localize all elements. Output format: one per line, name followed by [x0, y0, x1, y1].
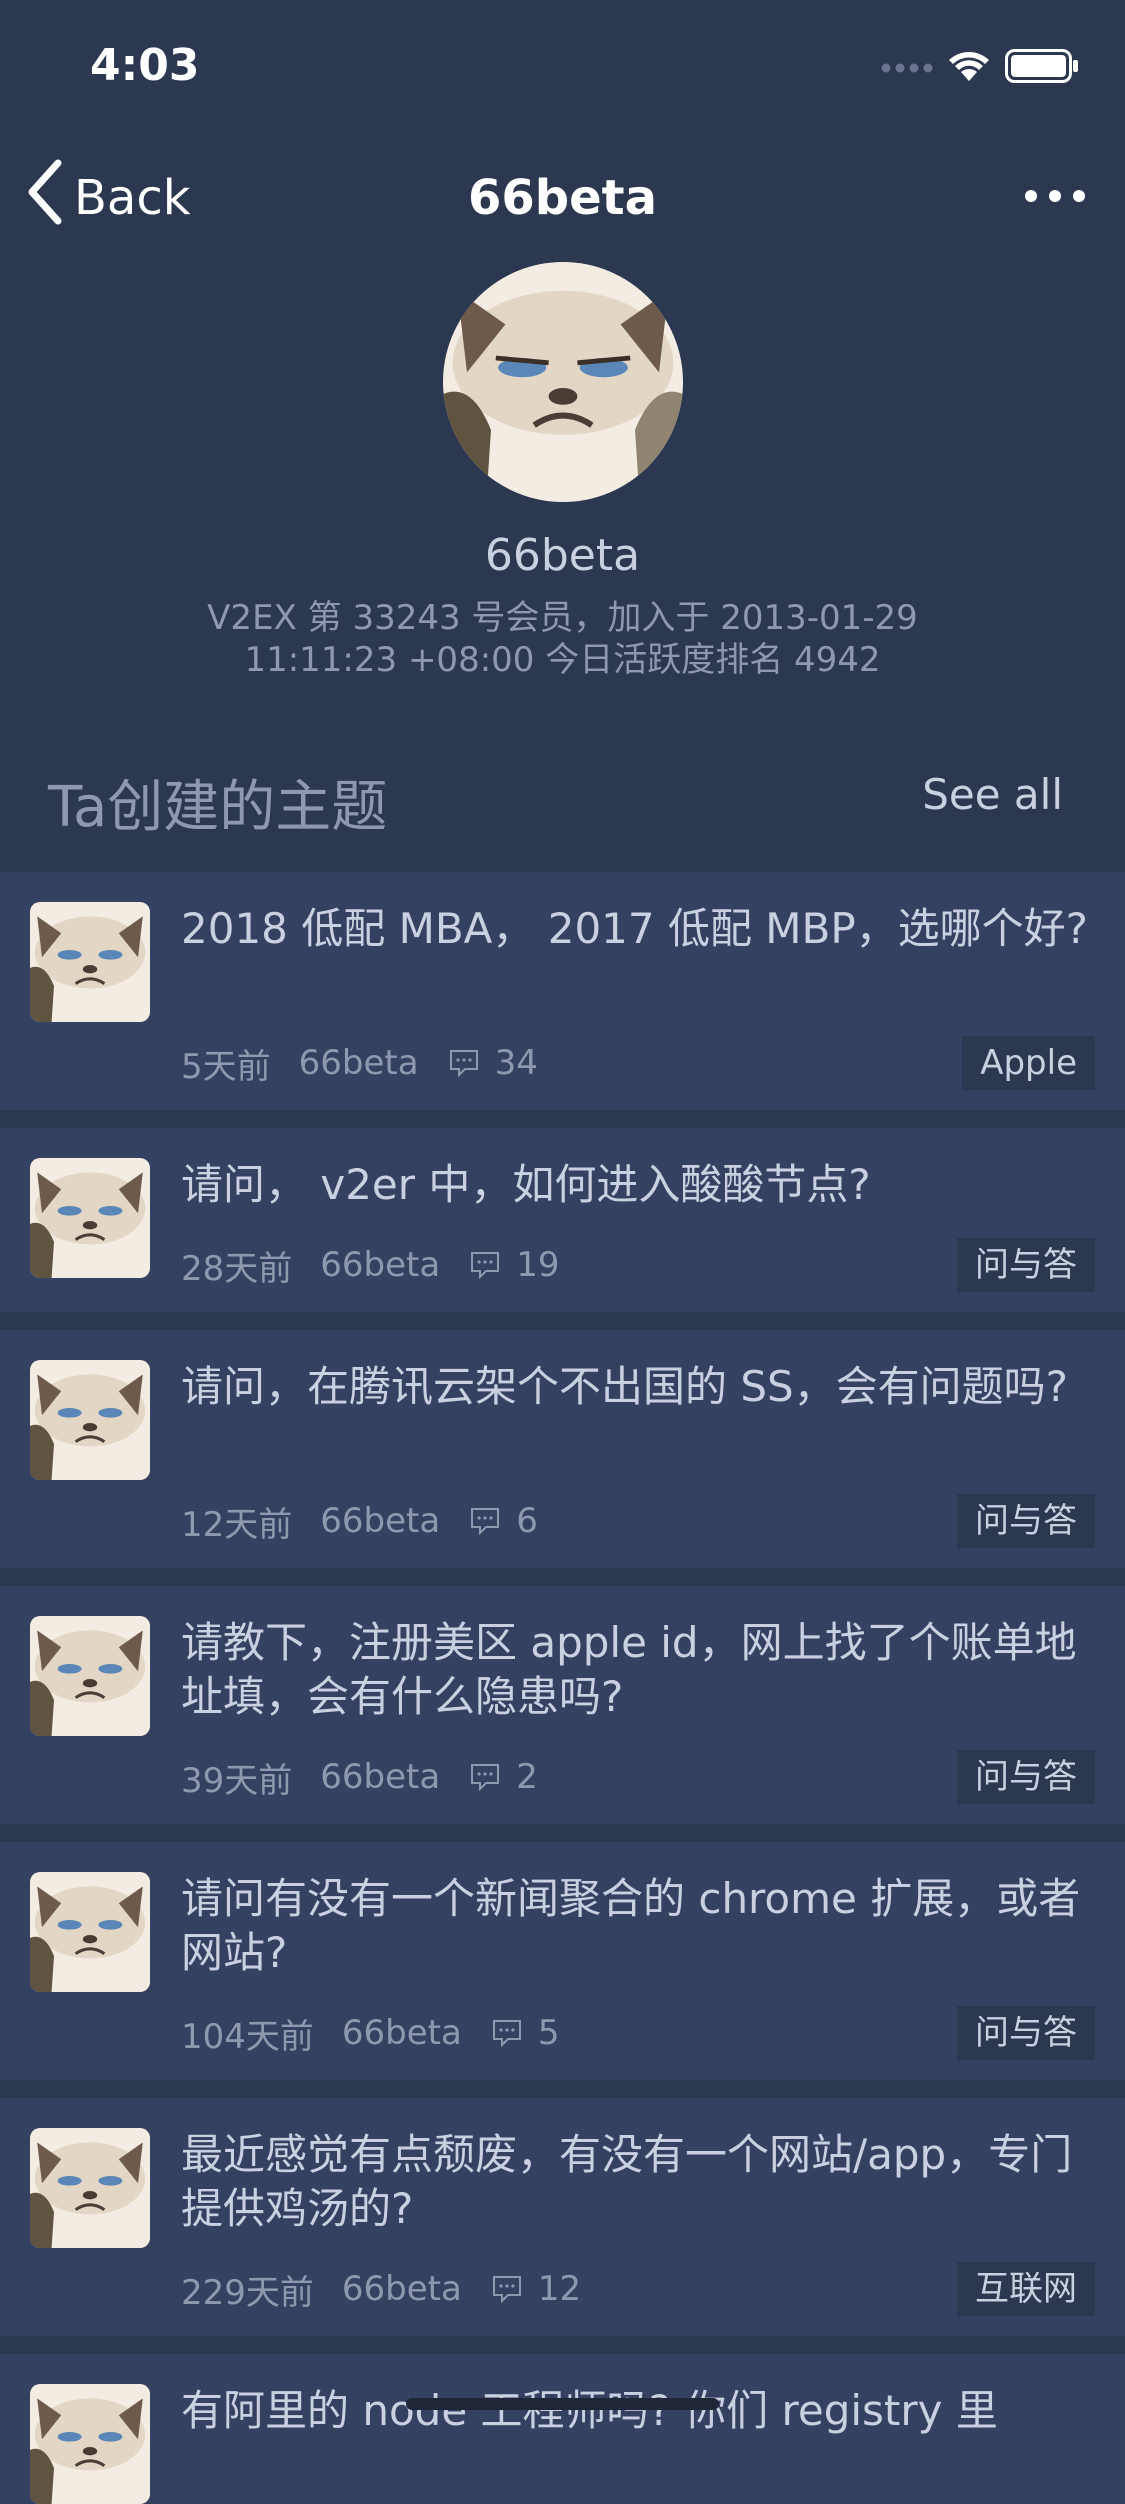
comment-bubble-icon	[492, 2019, 522, 2047]
topic-title: 请教下，注册美区 apple id，网上找了个账单地址填，会有什么隐患吗?	[181, 1618, 1077, 1721]
comment-bubble-icon	[449, 1049, 479, 1077]
wifi-icon	[947, 49, 991, 87]
topic-avatar	[30, 1158, 150, 1278]
topic-time: 28天前	[181, 1248, 293, 1289]
topic-avatar	[30, 2128, 150, 2248]
topic-author[interactable]: 66beta	[320, 1245, 440, 1285]
topic-avatar	[30, 902, 150, 1022]
topic-meta: 12天前 66beta 6	[181, 1496, 538, 1546]
battery-icon	[1005, 49, 1079, 87]
more-button[interactable]	[1025, 176, 1085, 216]
topic-time: 39天前	[181, 1760, 293, 1801]
topic-item[interactable]: 请问，在腾讯云架个不出国的 SS，会有问题吗? 12天前 66beta 6 问与…	[0, 1330, 1125, 1568]
topic-avatar	[30, 1360, 150, 1480]
comment-count: 19	[516, 1245, 560, 1285]
node-tag[interactable]: 问与答	[957, 1494, 1095, 1548]
topic-item[interactable]: 请问有没有一个新闻聚合的 chrome 扩展，或者网站? 104天前 66bet…	[0, 1842, 1125, 2080]
topic-meta: 28天前 66beta 19	[181, 1240, 559, 1290]
status-bar: 4:03	[0, 0, 1125, 132]
topic-item[interactable]: 请问， v2er 中，如何进入酸酸节点? 28天前 66beta 19 问与答	[0, 1128, 1125, 1312]
comment-bubble-icon	[470, 1507, 500, 1535]
node-tag[interactable]: 问与答	[957, 1238, 1095, 1292]
topic-author[interactable]: 66beta	[320, 1757, 440, 1797]
topic-time: 229天前	[181, 2272, 314, 2313]
topic-avatar	[30, 2384, 150, 2504]
node-tag[interactable]: 互联网	[957, 2262, 1095, 2316]
topic-author[interactable]: 66beta	[342, 2013, 462, 2053]
topic-time: 5天前	[181, 1046, 271, 1087]
comment-count: 5	[537, 2013, 560, 2053]
status-icons	[881, 48, 1079, 88]
topic-time: 12天前	[181, 1504, 293, 1545]
comment-count: 12	[537, 2269, 582, 2309]
topic-title: 请问有没有一个新闻聚合的 chrome 扩展，或者网站?	[181, 1874, 1081, 1977]
ellipsis-icon	[1025, 190, 1037, 202]
member-info-line1: V2EX 第 33243 号会员，加入于 2013-01-29	[207, 598, 918, 638]
topic-title: 请问，在腾讯云架个不出国的 SS，会有问题吗?	[181, 1362, 1068, 1411]
comment-bubble-icon	[492, 2275, 522, 2303]
nav-title: 66beta	[467, 170, 658, 226]
comment-bubble-icon	[470, 1251, 500, 1279]
member-info: V2EX 第 33243 号会员，加入于 2013-01-29 11:11:23…	[183, 597, 943, 681]
profile-username: 66beta	[484, 530, 641, 581]
topic-title: 最近感觉有点颓废，有没有一个网站/app，专门提供鸡汤的?	[181, 2130, 1073, 2233]
node-tag[interactable]: 问与答	[957, 2006, 1095, 2060]
topic-item[interactable]: 有阿里的 node 工程师吗? 你们 registry 里	[0, 2354, 1125, 2504]
topic-list: 2018 低配 MBA， 2017 低配 MBP，选哪个好? 5天前 66bet…	[0, 872, 1125, 2504]
signal-dots-icon	[881, 59, 933, 78]
profile-avatar[interactable]	[442, 262, 683, 502]
topics-section-header: Ta创建的主题 See all	[0, 740, 1125, 840]
comment-count: 34	[494, 1043, 538, 1083]
comment-count: 2	[516, 1757, 538, 1797]
comment-bubble-icon	[470, 1763, 500, 1791]
nav-bar: Back 66beta	[0, 150, 1125, 246]
member-info-line2: 11:11:23 +08:00 今日活跃度排名 4942	[244, 640, 881, 680]
status-time: 4:03	[90, 40, 200, 91]
comment-count: 6	[516, 1501, 538, 1541]
home-indicator	[406, 2398, 719, 2410]
topic-avatar	[30, 1616, 150, 1736]
topic-title: 2018 低配 MBA， 2017 低配 MBP，选哪个好?	[181, 904, 1088, 953]
topic-author[interactable]: 66beta	[342, 2269, 462, 2309]
profile-header: 66beta V2EX 第 33243 号会员，加入于 2013-01-29 1…	[0, 262, 1125, 681]
topic-meta: 229天前 66beta 12	[181, 2264, 581, 2314]
node-tag[interactable]: 问与答	[957, 1750, 1095, 1804]
section-title: Ta创建的主题	[48, 775, 388, 840]
topic-time: 104天前	[181, 2016, 314, 2057]
topic-author[interactable]: 66beta	[299, 1043, 419, 1083]
node-tag[interactable]: Apple	[962, 1036, 1095, 1090]
topic-title: 请问， v2er 中，如何进入酸酸节点?	[181, 1160, 871, 1209]
topic-author[interactable]: 66beta	[320, 1501, 440, 1541]
topic-item[interactable]: 最近感觉有点颓废，有没有一个网站/app，专门提供鸡汤的? 229天前 66be…	[0, 2098, 1125, 2336]
topic-meta: 5天前 66beta 34	[181, 1038, 538, 1088]
topic-meta: 104天前 66beta 5	[181, 2008, 559, 2058]
topic-item[interactable]: 2018 低配 MBA， 2017 低配 MBP，选哪个好? 5天前 66bet…	[0, 872, 1125, 1110]
see-all-button[interactable]: See all	[922, 770, 1063, 819]
topic-avatar	[30, 1872, 150, 1992]
topic-meta: 39天前 66beta 2	[181, 1752, 538, 1802]
topic-title: 有阿里的 node 工程师吗? 你们 registry 里	[181, 2386, 998, 2435]
topic-item[interactable]: 请教下，注册美区 apple id，网上找了个账单地址填，会有什么隐患吗? 39…	[0, 1586, 1125, 1824]
